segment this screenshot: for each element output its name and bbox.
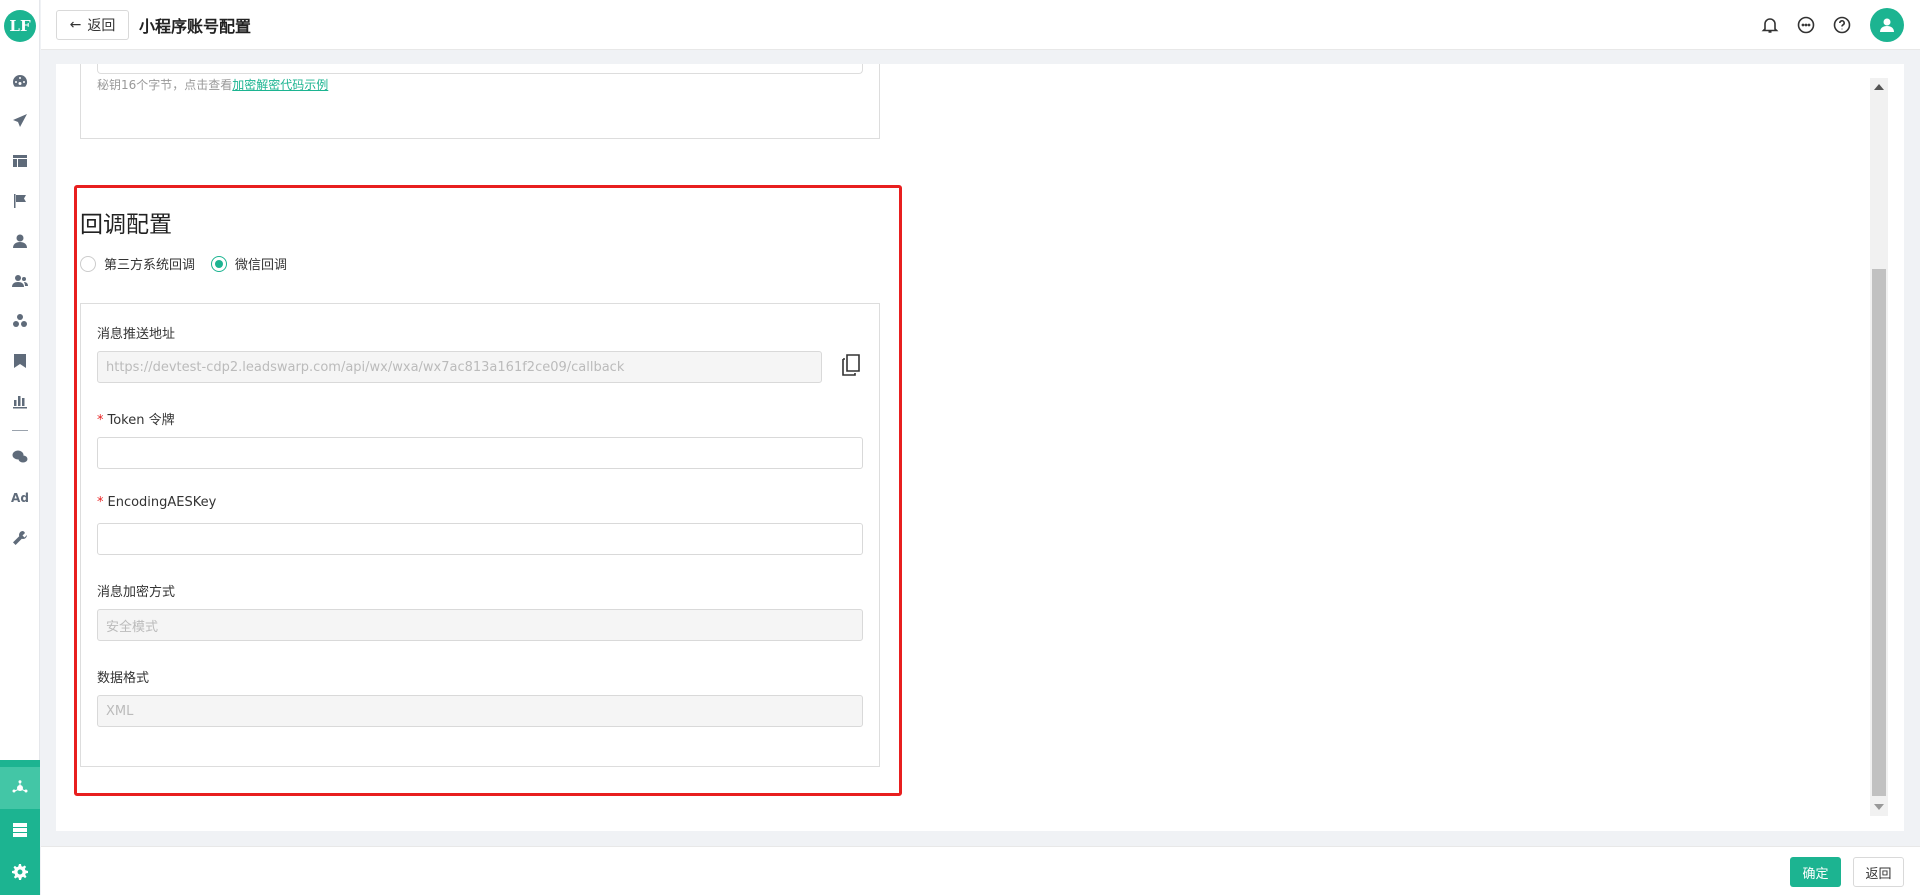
main-content: 秘钥16个字节，点击查看加密解密代码示例 回调配置 第三方系统回调 微信回调 消… xyxy=(56,64,1904,831)
confirm-button[interactable]: 确定 xyxy=(1790,857,1841,887)
app-logo[interactable]: LF xyxy=(4,10,36,42)
sidebar-item-bookmark[interactable] xyxy=(0,345,40,377)
scroll-down-arrow-icon[interactable] xyxy=(1874,804,1884,810)
aeskey-input[interactable] xyxy=(97,523,863,555)
previous-config-card: 秘钥16个字节，点击查看加密解密代码示例 xyxy=(80,64,880,139)
sidebar-item-wechat[interactable] xyxy=(0,441,40,473)
sidebar-divider xyxy=(12,430,28,431)
sidebar-bottom xyxy=(0,760,40,895)
encryption-example-link[interactable]: 加密解密代码示例 xyxy=(232,78,328,92)
sidebar-item-server[interactable] xyxy=(0,809,40,851)
chat-icon xyxy=(1797,16,1815,34)
sidebar-item-user[interactable] xyxy=(0,225,40,257)
radio-wechat-label[interactable]: 微信回调 xyxy=(235,254,287,273)
groups-icon xyxy=(13,314,27,327)
top-header: ← 返回 小程序账号配置 xyxy=(41,0,1920,50)
sidebar-item-layout[interactable] xyxy=(0,145,40,177)
page-title: 小程序账号配置 xyxy=(139,17,252,36)
data-format-field[interactable]: XML xyxy=(97,695,863,727)
header-back-button[interactable]: ← 返回 xyxy=(56,10,129,40)
previous-hint: 秘钥16个字节，点击查看加密解密代码示例 xyxy=(97,76,328,93)
header-back-label: 返回 xyxy=(87,18,116,34)
content-scrollbar[interactable] xyxy=(1870,78,1888,816)
aeskey-label: * EncodingAESKey xyxy=(97,495,216,510)
encrypt-mode-label: 消息加密方式 xyxy=(97,585,176,600)
bar-chart-icon xyxy=(13,396,27,409)
wrench-icon xyxy=(13,531,27,545)
previous-input-field[interactable] xyxy=(97,64,863,74)
callback-section-title: 回调配置 xyxy=(80,212,172,238)
user-avatar-icon xyxy=(1880,18,1894,32)
sidebar: LF Ad xyxy=(0,0,40,895)
arrow-left-icon: ← xyxy=(69,17,82,33)
notification-button[interactable] xyxy=(1761,16,1779,34)
push-url-label: 消息推送地址 xyxy=(97,327,176,342)
wechat-icon xyxy=(12,450,28,463)
aeskey-label-text: EncodingAESKey xyxy=(107,495,217,510)
user-icon xyxy=(13,234,27,248)
callback-type-radio-group: 第三方系统回调 微信回调 xyxy=(80,254,303,273)
token-required-mark: * xyxy=(97,413,104,428)
aeskey-required-mark: * xyxy=(97,495,104,510)
sidebar-item-ad[interactable]: Ad xyxy=(0,482,40,514)
flag-icon xyxy=(14,194,26,208)
radio-wechat-callback[interactable] xyxy=(211,255,228,272)
token-input[interactable] xyxy=(97,437,863,469)
encrypt-mode-field[interactable]: 安全模式 xyxy=(97,609,863,641)
layout-icon xyxy=(13,155,27,167)
dashboard-icon xyxy=(13,74,28,87)
callback-form-card: 消息推送地址 https://devtest-cdp2.leadswarp.co… xyxy=(80,303,880,767)
copy-url-button[interactable] xyxy=(841,354,861,376)
users-icon xyxy=(12,275,28,287)
radio-third-party-label[interactable]: 第三方系统回调 xyxy=(104,254,195,273)
bookmark-icon xyxy=(14,354,26,368)
sidebar-item-groups[interactable] xyxy=(0,305,40,337)
scroll-thumb[interactable] xyxy=(1872,269,1886,796)
server-icon xyxy=(13,823,27,837)
copy-icon xyxy=(842,354,860,376)
gear-icon xyxy=(12,864,28,880)
data-format-label: 数据格式 xyxy=(97,671,150,686)
previous-hint-text: 秘钥16个字节，点击查看 xyxy=(97,78,233,92)
sidebar-item-network[interactable] xyxy=(0,767,40,809)
sidebar-item-send[interactable] xyxy=(0,105,40,137)
radio-third-party-callback[interactable] xyxy=(80,255,96,272)
sidebar-item-settings[interactable] xyxy=(0,851,40,893)
sidebar-item-tools[interactable] xyxy=(0,522,40,554)
bell-icon xyxy=(1761,18,1779,33)
help-button[interactable] xyxy=(1833,16,1851,34)
send-icon xyxy=(13,114,27,127)
token-label: * Token 令牌 xyxy=(97,409,175,428)
help-icon xyxy=(1833,16,1851,34)
footer-back-button[interactable]: 返回 xyxy=(1853,857,1904,887)
scroll-up-arrow-icon[interactable] xyxy=(1874,84,1884,90)
ad-icon: Ad xyxy=(11,491,29,505)
sidebar-item-flag[interactable] xyxy=(0,185,40,217)
network-icon xyxy=(12,780,28,793)
sidebar-item-users[interactable] xyxy=(0,265,40,297)
user-avatar[interactable] xyxy=(1870,8,1904,42)
push-url-field[interactable]: https://devtest-cdp2.leadswarp.com/api/w… xyxy=(97,351,822,383)
messages-button[interactable] xyxy=(1797,16,1815,34)
footer-bar: 确定 返回 xyxy=(41,846,1920,895)
sidebar-item-dashboard[interactable] xyxy=(0,65,40,97)
sidebar-item-chart[interactable] xyxy=(0,385,40,417)
token-label-text: Token 令牌 xyxy=(107,413,175,428)
